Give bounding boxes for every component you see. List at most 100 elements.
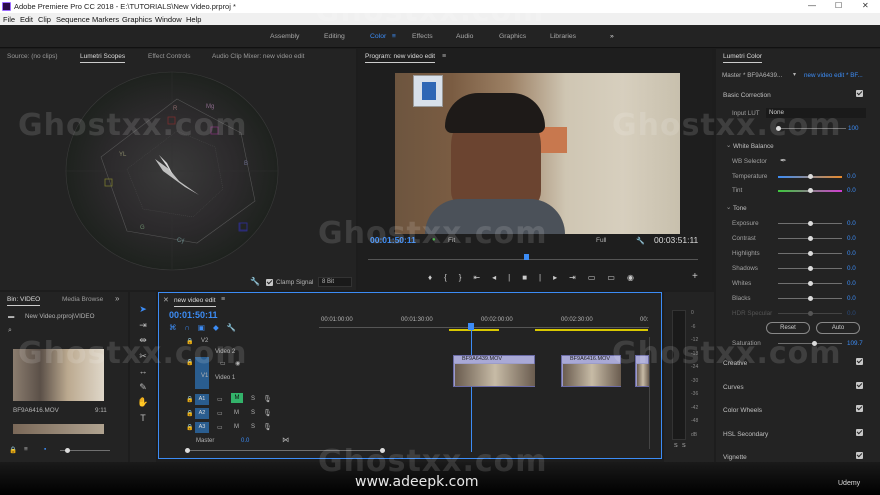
list-view-icon[interactable]: ≡ — [24, 446, 28, 453]
a2-target-button[interactable]: A2 — [195, 408, 209, 419]
meter-solo-left[interactable]: S — [674, 443, 678, 449]
program-playhead[interactable] — [524, 254, 529, 260]
a2-mic-icon[interactable]: 🎙 — [263, 409, 272, 417]
workspace-color[interactable]: Color — [370, 33, 386, 40]
shadows-value[interactable]: 0.0 — [847, 265, 856, 272]
shadows-slider[interactable] — [778, 266, 842, 271]
a3-solo-button[interactable]: S — [251, 424, 255, 430]
tab-source[interactable]: Source: (no clips) — [7, 53, 58, 60]
close-button[interactable]: ✕ — [862, 1, 869, 10]
program-menu-icon[interactable]: ≡ — [442, 53, 446, 60]
zoom-left-knob[interactable] — [185, 448, 190, 453]
creative-checkbox[interactable] — [856, 358, 863, 365]
basic-correction-checkbox[interactable] — [856, 90, 863, 97]
type-tool-icon[interactable]: T — [136, 411, 150, 427]
zoom-slider-knob[interactable] — [65, 448, 70, 453]
color-wheels-header[interactable]: Color Wheels — [723, 407, 762, 414]
a3-lock-icon[interactable]: 🔒 — [186, 424, 193, 431]
contrast-slider[interactable] — [778, 236, 842, 241]
temperature-knob[interactable] — [808, 174, 813, 179]
tone-header[interactable]: Tone — [733, 205, 747, 212]
transport-controls[interactable]: ♦{}⇤◂|■|▸⇥▭▭◉ — [428, 273, 646, 282]
temperature-slider[interactable] — [778, 174, 842, 179]
highlights-slider[interactable] — [778, 251, 842, 256]
zoom-slider[interactable] — [60, 448, 110, 453]
menu-graphics[interactable]: Graphics — [122, 15, 152, 24]
clip-thumbnail-2[interactable] — [13, 424, 104, 434]
temperature-value[interactable]: 0.0 — [847, 173, 856, 180]
selection-tool-icon[interactable]: ➤ — [136, 302, 150, 318]
highlights-knob[interactable] — [808, 251, 813, 256]
workspace-effects[interactable]: Effects — [412, 33, 433, 40]
hsl-secondary-checkbox[interactable] — [856, 429, 863, 436]
icon-view-icon[interactable]: ▪ — [44, 446, 46, 453]
white-balance-header[interactable]: White Balance — [733, 143, 774, 150]
blacks-knob[interactable] — [808, 296, 813, 301]
vignette-checkbox[interactable] — [856, 452, 863, 459]
menu-help[interactable]: Help — [186, 15, 201, 24]
workspace-menu-icon[interactable]: ≡ — [392, 33, 396, 40]
timeline-tools[interactable]: ⌘∩▣◆🔧 — [169, 323, 244, 332]
eyedropper-icon[interactable]: ✒ — [780, 156, 787, 165]
tab-bin-video[interactable]: Bin: VIDEO — [7, 296, 41, 306]
basic-correction-header[interactable]: Basic Correction — [723, 92, 771, 99]
tint-knob[interactable] — [808, 188, 813, 193]
program-title[interactable]: Program: new video edit — [365, 53, 436, 63]
hsl-secondary-header[interactable]: HSL Secondary — [723, 431, 768, 438]
a1-solo-button[interactable]: S — [251, 396, 255, 402]
contrast-knob[interactable] — [808, 236, 813, 241]
master-dropdown-icon[interactable]: ▾ — [793, 71, 796, 78]
a1-mute-button[interactable]: M — [231, 393, 243, 403]
lumetri-sequence-clip[interactable]: new video edit * BF... — [804, 72, 863, 79]
settings-icon[interactable]: 🔧 — [636, 237, 645, 245]
pen-tool-icon[interactable]: ✎ — [136, 380, 150, 396]
whites-value[interactable]: 0.0 — [847, 280, 856, 287]
meter-solo-right[interactable]: S — [682, 443, 686, 449]
exposure-value[interactable]: 0.0 — [847, 220, 856, 227]
curves-header[interactable]: Curves — [723, 384, 744, 391]
master-value[interactable]: 0.0 — [241, 438, 249, 444]
close-tab-icon[interactable]: ✕ — [163, 296, 169, 304]
hand-tool-icon[interactable]: ✋ — [136, 395, 150, 411]
tint-value[interactable]: 0.0 — [847, 187, 856, 194]
master-jump-icon[interactable]: ⋈ — [282, 436, 289, 444]
more-workspaces-icon[interactable]: » — [610, 33, 614, 40]
clamp-signal-checkbox[interactable] — [266, 279, 273, 286]
vignette-header[interactable]: Vignette — [723, 454, 747, 461]
add-button-icon[interactable]: + — [692, 271, 698, 282]
blacks-value[interactable]: 0.0 — [847, 295, 856, 302]
wrench-icon[interactable]: 🔧 — [250, 277, 260, 286]
blacks-slider[interactable] — [778, 296, 842, 301]
tab-lumetri-scopes[interactable]: Lumetri Scopes — [80, 53, 126, 63]
color-wheels-checkbox[interactable] — [856, 405, 863, 412]
menu-sequence[interactable]: Sequence — [56, 15, 90, 24]
a1-target-button[interactable]: A1 — [195, 394, 209, 405]
highlights-value[interactable]: 0.0 — [847, 250, 856, 257]
tint-slider[interactable] — [778, 188, 842, 193]
menu-file[interactable]: File — [3, 15, 15, 24]
white-balance-caret-icon[interactable]: ⌄ — [726, 142, 731, 149]
workspace-libraries[interactable]: Libraries — [550, 33, 576, 40]
reset-button[interactable]: Reset — [766, 322, 810, 334]
exposure-slider[interactable] — [778, 221, 842, 226]
tone-caret-icon[interactable]: ⌄ — [726, 204, 731, 211]
hdr-specular-value[interactable]: 0.0 — [847, 310, 856, 317]
minimize-button[interactable]: — — [808, 1, 816, 10]
menu-edit[interactable]: Edit — [20, 15, 33, 24]
search-icon[interactable]: ⌕ — [8, 327, 12, 335]
tab-audio-clip-mixer[interactable]: Audio Clip Mixer: new video edit — [212, 53, 305, 60]
lock-icon[interactable]: 🔒 — [9, 446, 17, 454]
a2-mute-button[interactable]: M — [234, 410, 239, 416]
menu-markers[interactable]: Markers — [92, 15, 119, 24]
menu-window[interactable]: Window — [155, 15, 182, 24]
whites-slider[interactable] — [778, 281, 842, 286]
hdr-specular-slider[interactable] — [778, 311, 842, 316]
a2-sync-icon[interactable]: ▭ — [217, 410, 223, 417]
quality-select[interactable]: Full — [596, 237, 606, 244]
tab-effect-controls[interactable]: Effect Controls — [148, 53, 191, 60]
a3-sync-icon[interactable]: ▭ — [217, 424, 223, 431]
timeline-menu-icon[interactable]: ≡ — [221, 296, 225, 303]
auto-button[interactable]: Auto — [816, 322, 860, 334]
tab-timeline[interactable]: new video edit — [174, 297, 216, 307]
maximize-button[interactable]: ☐ — [835, 1, 842, 10]
